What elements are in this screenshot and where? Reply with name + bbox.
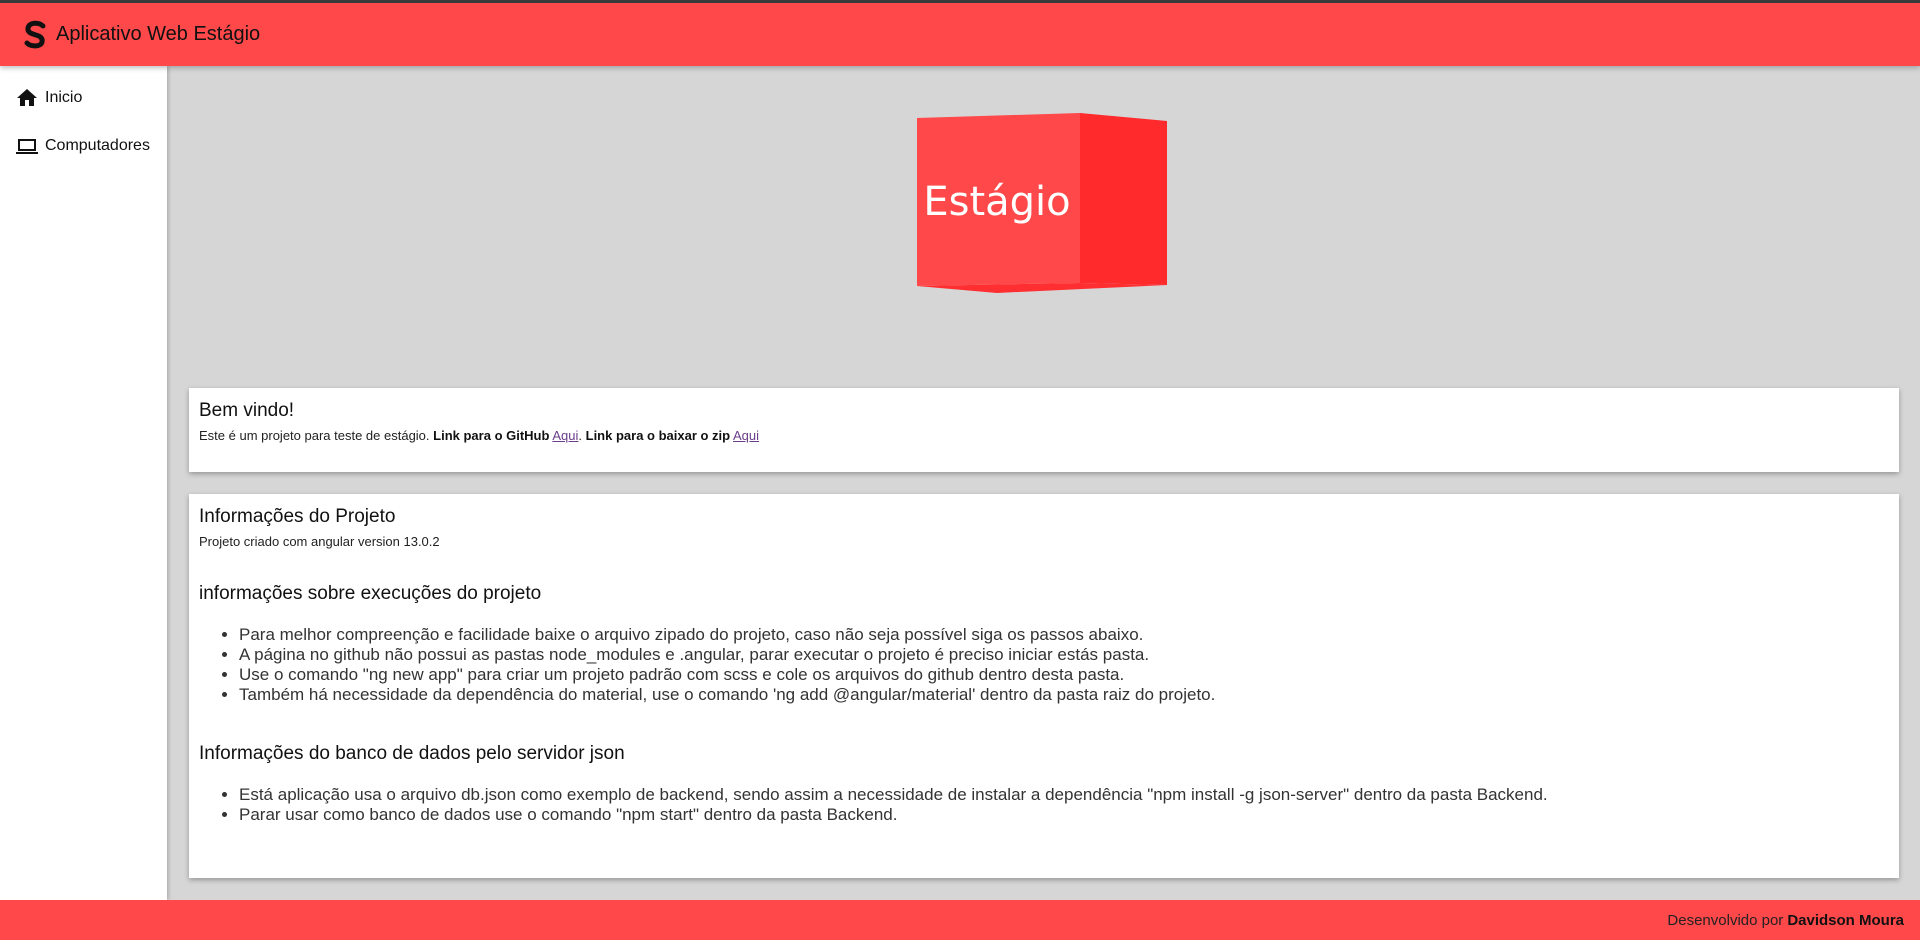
welcome-title: Bem vindo! bbox=[199, 400, 295, 421]
exec-list: Para melhor compreenção e facilidade bai… bbox=[199, 625, 1889, 705]
exec-section-title: informações sobre execuções do projeto bbox=[199, 583, 542, 604]
list-item: Use o comando "ng new app" para criar um… bbox=[239, 665, 1889, 685]
db-list: Está aplicação usa o arquivo db.json com… bbox=[199, 785, 1889, 825]
laptop-icon bbox=[16, 139, 38, 154]
list-item: Também há necessidade da dependência do … bbox=[239, 685, 1889, 705]
sidebar: Inicio Computadores bbox=[0, 66, 167, 900]
project-version-text: Projeto criado com angular version 13.0.… bbox=[199, 534, 440, 549]
project-info-title: Informações do Projeto bbox=[199, 506, 396, 527]
zip-link[interactable]: Aqui bbox=[733, 428, 759, 443]
welcome-card: Bem vindo! Este é um projeto para teste … bbox=[189, 388, 1899, 472]
zip-label: Link para o baixar o zip bbox=[585, 428, 731, 443]
project-info-card: Informações do Projeto Projeto criado co… bbox=[189, 494, 1899, 878]
sidebar-item-inicio[interactable]: Inicio bbox=[0, 74, 167, 122]
home-icon bbox=[17, 89, 37, 106]
github-label: Link para o GitHub bbox=[433, 428, 550, 443]
list-item: A página no github não possui as pastas … bbox=[239, 645, 1889, 665]
welcome-intro: Este é um projeto para teste de estágio. bbox=[199, 428, 430, 443]
app-logo-icon bbox=[24, 20, 46, 48]
github-link[interactable]: Aqui bbox=[552, 428, 578, 443]
main-content: Estágio Bem vindo! Este é um projeto par… bbox=[167, 66, 1920, 900]
list-item: Para melhor compreenção e facilidade bai… bbox=[239, 625, 1889, 645]
list-item: Está aplicação usa o arquivo db.json com… bbox=[239, 785, 1889, 805]
db-section-title: Informações do banco de dados pelo servi… bbox=[199, 743, 625, 764]
welcome-text: Este é um projeto para teste de estágio.… bbox=[199, 428, 760, 443]
footer: Desenvolvido por Davidson Moura bbox=[0, 900, 1920, 940]
footer-prefix: Desenvolvido por bbox=[1667, 911, 1784, 929]
top-toolbar: Aplicativo Web Estágio bbox=[0, 0, 1920, 66]
sidebar-item-label: Inicio bbox=[45, 89, 83, 106]
app-title: Aplicativo Web Estágio bbox=[56, 23, 261, 45]
footer-author: Davidson Moura bbox=[1787, 911, 1904, 929]
sidebar-item-label: Computadores bbox=[45, 137, 150, 154]
sidebar-item-computadores[interactable]: Computadores bbox=[0, 122, 167, 170]
list-item: Parar usar como banco de dados use o com… bbox=[239, 805, 1889, 825]
hero-cube-logo: Estágio bbox=[917, 113, 1167, 293]
hero-text: Estágio bbox=[923, 179, 1070, 225]
cube-right-face bbox=[1080, 113, 1167, 285]
